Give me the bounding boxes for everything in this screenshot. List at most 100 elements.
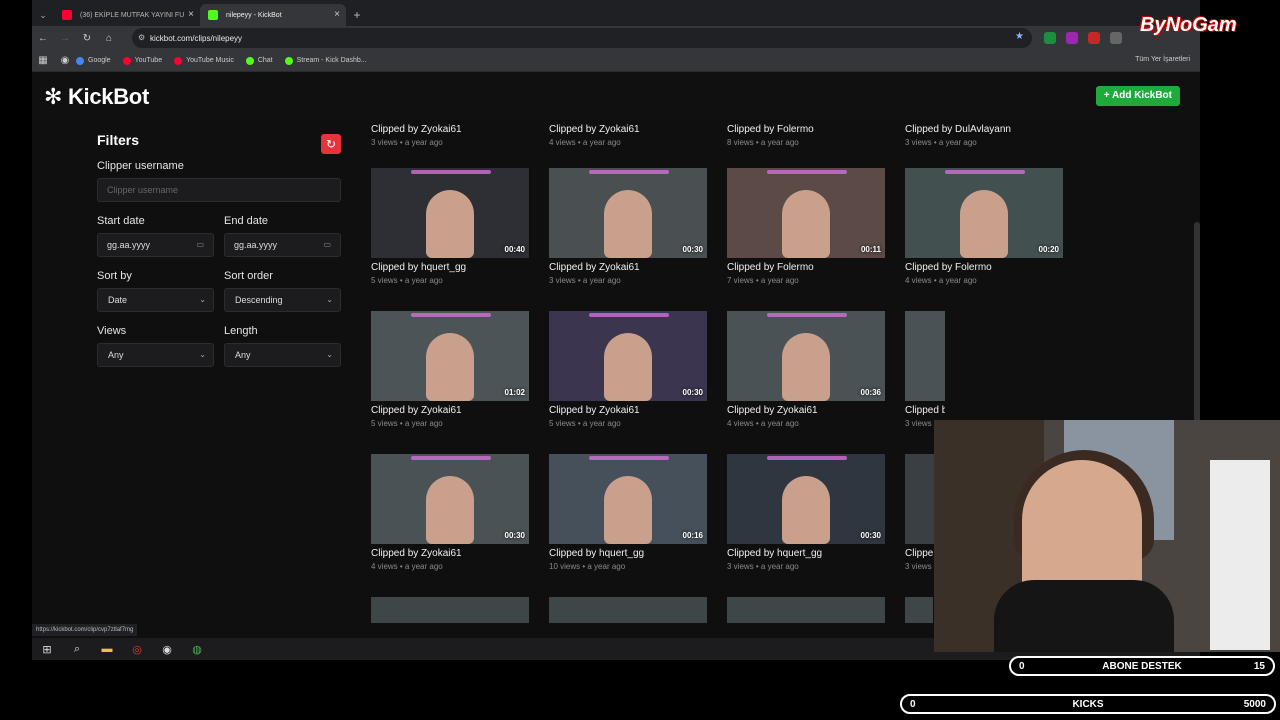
thumbnail-overlay-bar: [589, 456, 669, 460]
clip-card[interactable]: 00:40 Clipped by hquert_gg 5 views • a yea…: [371, 168, 529, 285]
clip-clipper: Clipped by Zyokai61: [371, 124, 462, 135]
clip-card[interactable]: 00:30 Clipped by hquert_gg 3 views • a yea…: [727, 454, 885, 571]
clip-card[interactable]: Clipped by Folermo 8 views • a year ago: [727, 120, 885, 147]
close-tab-icon[interactable]: ×: [334, 9, 340, 20]
clip-thumbnail[interactable]: 00:30: [549, 168, 707, 258]
tab-search-icon[interactable]: ⌄: [32, 4, 54, 26]
clip-card[interactable]: 00:36Clipped by Zyokai613 views: [905, 311, 945, 428]
clip-thumbnail[interactable]: 00:30: [549, 311, 707, 401]
clip-clipper: Clipped by hquert_gg: [727, 548, 823, 559]
home-icon[interactable]: ⌂: [98, 33, 120, 44]
search-icon[interactable]: ⌕: [62, 643, 92, 656]
views-select[interactable]: Any ⌄: [97, 343, 214, 367]
clip-clipper: Clipped by Zyokai61: [727, 405, 818, 416]
tab-youtube[interactable]: (36) EKİPLE MUTFAK YAYINI FU ×: [54, 4, 200, 26]
calendar-icon[interactable]: ▭: [323, 234, 331, 256]
reset-filters-icon[interactable]: ↻: [321, 134, 341, 154]
site-info-icon[interactable]: ⚙: [138, 33, 145, 42]
chrome-icon[interactable]: ◍: [182, 643, 212, 656]
thumbnail-person: [604, 333, 652, 401]
thumbnail-overlay-bar: [945, 170, 1025, 174]
reload-icon[interactable]: ↻: [76, 33, 98, 44]
bookmark-star-icon[interactable]: ★: [1015, 31, 1024, 42]
bookmark-label: Google: [88, 57, 111, 64]
back-icon[interactable]: ←: [32, 33, 54, 44]
calendar-icon[interactable]: ▭: [196, 234, 204, 256]
sort-order-select[interactable]: Descending ⌄: [224, 288, 341, 312]
clip-thumbnail[interactable]: 00:30: [371, 454, 529, 544]
kicks-bar: 0 KICKS 5000: [900, 694, 1276, 714]
clip-thumbnail[interactable]: [727, 597, 885, 623]
length-select[interactable]: Any ⌄: [224, 343, 341, 367]
windows-start-icon[interactable]: ⊞: [32, 643, 62, 656]
bookmark-youtube[interactable]: YouTube: [122, 56, 162, 65]
file-explorer-icon[interactable]: ▬: [92, 643, 122, 655]
new-tab-button[interactable]: +: [346, 4, 368, 26]
close-tab-icon[interactable]: ×: [188, 9, 194, 20]
thumbnail-person: [426, 190, 474, 258]
add-kickbot-button[interactable]: + Add KickBot: [1095, 86, 1180, 106]
clip-thumbnail[interactable]: 00:16: [549, 454, 707, 544]
clip-thumbnail[interactable]: 00:40: [371, 168, 529, 258]
kickbot-logo[interactable]: ✻ KickBot: [44, 84, 149, 110]
kicks-label: KICKS: [1072, 699, 1104, 710]
extension-icon[interactable]: [1088, 32, 1100, 44]
bookmark-stream[interactable]: Stream - Kick Dashb...: [284, 56, 367, 65]
bookmark-google[interactable]: Google: [76, 56, 111, 65]
obs-icon[interactable]: ◉: [152, 643, 182, 656]
clip-thumbnail[interactable]: [549, 597, 707, 623]
forward-icon[interactable]: →: [54, 33, 76, 44]
chevron-down-icon: ⌄: [199, 295, 206, 304]
clip-thumbnail[interactable]: 00:30: [727, 454, 885, 544]
clip-card[interactable]: 01:02 Clipped by Zyokai61 5 views • a year…: [371, 311, 529, 428]
chevron-down-icon: ⌄: [199, 350, 206, 359]
clip-clipper: Clipped by Zyokai61: [371, 548, 462, 559]
clip-thumbnail[interactable]: [905, 597, 933, 623]
clip-card[interactable]: Clipped by Zyokai61 3 views • a year ago: [371, 120, 529, 147]
clip-thumbnail[interactable]: 01:02: [371, 311, 529, 401]
chrome-icon[interactable]: ◉: [54, 55, 76, 66]
extension-icon[interactable]: [1066, 32, 1078, 44]
clip-thumbnail[interactable]: 00:20: [905, 168, 1063, 258]
start-date-input[interactable]: gg.aa.yyyy ▭: [97, 233, 214, 257]
clip-card[interactable]: 00:30 Clipped by Zyokai61 5 views • a year…: [549, 311, 707, 428]
clip-duration: 00:30: [860, 531, 881, 540]
clip-thumbnail[interactable]: [371, 597, 529, 623]
clip-card[interactable]: 00:36 Clipped by Zyokai61 4 views • a year…: [727, 311, 885, 428]
clip-card[interactable]: 00:30 Clipped by Zyokai61 4 views • a year…: [371, 454, 529, 571]
clip-thumbnail[interactable]: 00:36: [727, 311, 885, 401]
tab-kickbot[interactable]: nilepeyy - KickBot ×: [200, 4, 346, 26]
webcam-chair: [1210, 460, 1270, 650]
app-icon[interactable]: ◎: [122, 643, 152, 656]
tab-title: nilepeyy - KickBot: [226, 11, 282, 19]
clip-card[interactable]: 00:16 Clipped by hquert_gg 10 views • a ye…: [549, 454, 707, 571]
page-scrollbar[interactable]: [1194, 222, 1200, 422]
end-date-input[interactable]: gg.aa.yyyy ▭: [224, 233, 341, 257]
thumbnail-overlay-bar: [411, 456, 491, 460]
sort-by-select[interactable]: Date ⌄: [97, 288, 214, 312]
chevron-down-icon: ⌄: [326, 295, 333, 304]
bookmark-youtube-music[interactable]: YouTube Music: [174, 56, 234, 65]
extensions-puzzle-icon[interactable]: [1110, 32, 1122, 44]
views-label: Views: [97, 325, 127, 337]
clipper-username-input[interactable]: Clipper username: [97, 178, 341, 202]
filters-title: Filters: [97, 132, 140, 148]
clip-card[interactable]: Clipped by DulAvlayann 3 views • a year a…: [905, 120, 1063, 147]
clip-card[interactable]: 00:11 Clipped by Folermo 7 views • a year …: [727, 168, 885, 285]
bookmark-chat[interactable]: Chat: [245, 56, 273, 65]
clip-card[interactable]: 00:20 Clipped by Folermo 4 views • a year …: [905, 168, 1063, 285]
clip-thumbnail[interactable]: 00:36: [905, 311, 945, 401]
clip-card[interactable]: Clipped by Zyokai61 4 views • a year ago: [549, 120, 707, 147]
abone-destek-bar: 0 ABONE DESTEK 15: [1009, 656, 1275, 676]
clip-thumbnail[interactable]: 00:11: [727, 168, 885, 258]
browser-tabbar: ⌄ (36) EKİPLE MUTFAK YAYINI FU × nilepey…: [32, 0, 1200, 26]
address-bar[interactable]: ⚙ kickbot.com/clips/nilepeyy ★: [132, 28, 1032, 48]
apps-grid-icon[interactable]: ▦: [32, 55, 54, 66]
clip-card[interactable]: 00:30 Clipped by Zyokai61 3 views • a year…: [549, 168, 707, 285]
extension-icon[interactable]: [1044, 32, 1056, 44]
thumbnail-overlay-bar: [767, 170, 847, 174]
all-bookmarks[interactable]: Tüm Yer İşaretleri: [1135, 56, 1190, 63]
thumbnail-person: [604, 476, 652, 544]
thumbnail-person: [782, 190, 830, 258]
kick-icon: [284, 56, 293, 65]
